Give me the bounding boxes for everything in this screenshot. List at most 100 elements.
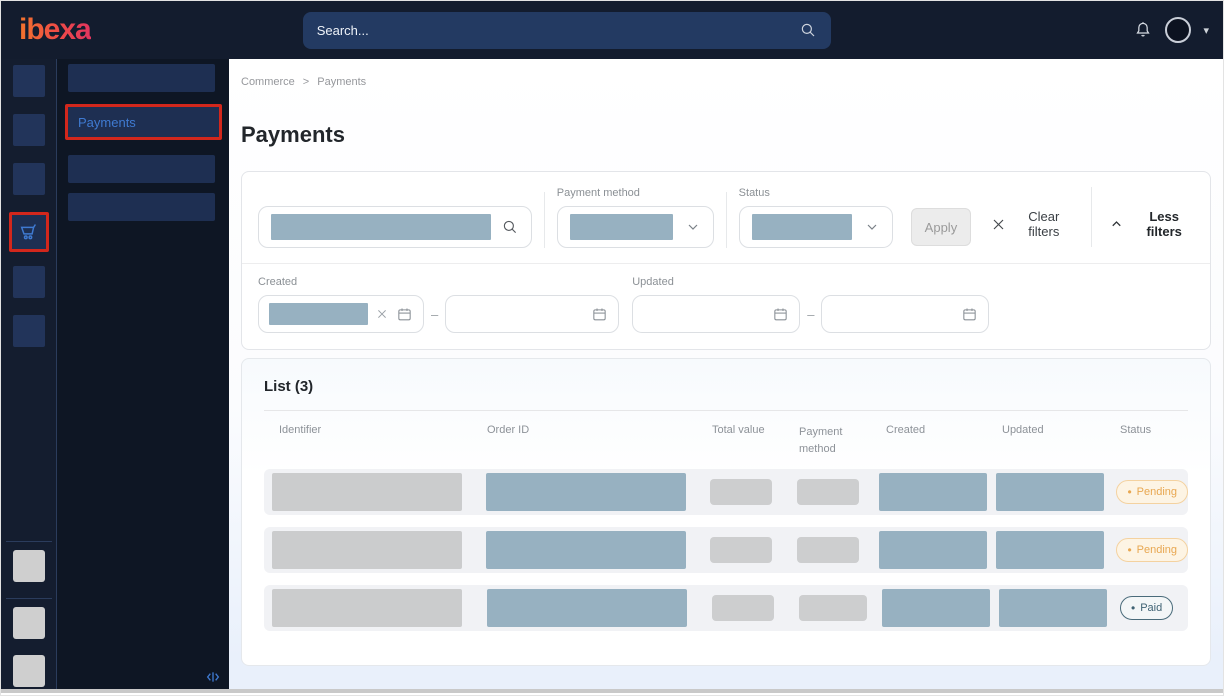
rail-item-2[interactable]: [13, 114, 45, 146]
redacted-identifier: [272, 473, 462, 511]
breadcrumb-separator: >: [303, 76, 309, 88]
notifications-bell-icon[interactable]: [1133, 20, 1153, 40]
search-icon[interactable]: [501, 218, 519, 236]
redacted-created: [879, 531, 987, 569]
sidebar-item-payments[interactable]: Payments: [65, 104, 222, 140]
close-icon: [991, 217, 1006, 232]
filters-row-1: Payment method Status: [242, 172, 1210, 263]
sidebar-item-4[interactable]: [68, 193, 215, 221]
chevron-down-icon: [864, 219, 880, 235]
search-input[interactable]: [317, 23, 799, 38]
col-order-id: Order ID: [487, 424, 712, 436]
table-row[interactable]: Pending: [264, 527, 1188, 573]
user-menu-caret-icon[interactable]: ▾: [1203, 24, 1209, 37]
user-avatar[interactable]: [1165, 17, 1191, 43]
redacted-updated: [996, 531, 1104, 569]
table-row[interactable]: Paid: [264, 585, 1188, 631]
col-identifier: Identifier: [264, 424, 487, 436]
status-label: Status: [739, 187, 893, 199]
rail-bottom-item-3[interactable]: [13, 655, 45, 687]
calendar-icon[interactable]: [396, 306, 413, 323]
global-search[interactable]: [303, 12, 831, 49]
sidebar-item-1[interactable]: [68, 64, 215, 92]
ibexa-logo[interactable]: ibexa: [19, 13, 91, 47]
list-title: List (3): [264, 378, 1188, 395]
calendar-icon[interactable]: [591, 306, 608, 323]
rail-divider: [6, 541, 52, 542]
divider: [264, 410, 1188, 411]
created-field: Created –: [258, 276, 619, 333]
search-icon[interactable]: [799, 21, 817, 39]
clear-filters-button[interactable]: Clear filters: [991, 209, 1072, 239]
payment-method-dropdown[interactable]: [557, 206, 714, 248]
rail-bottom-item-1[interactable]: [13, 550, 45, 582]
redacted-payment-method: [799, 595, 867, 621]
status-badge: Paid: [1120, 596, 1173, 620]
app-window: ibexa ▾: [0, 0, 1224, 696]
rail-bottom-item-2[interactable]: [13, 607, 45, 639]
divider: [1091, 187, 1092, 247]
apply-button[interactable]: Apply: [911, 208, 972, 246]
redacted-total-value: [712, 595, 774, 621]
status-dropdown[interactable]: [739, 206, 893, 248]
calendar-icon[interactable]: [961, 306, 978, 323]
redacted-dropdown-value: [570, 214, 673, 240]
col-updated: Updated: [999, 424, 1120, 436]
col-total-value: Total value: [712, 424, 799, 436]
redacted-order-id: [486, 531, 686, 569]
sidebar-item-3[interactable]: [68, 155, 215, 183]
rail-bottom: [1, 541, 56, 689]
updated-label: Updated: [632, 276, 989, 288]
updated-from-date-input[interactable]: [632, 295, 800, 333]
breadcrumb-payments: Payments: [317, 76, 366, 88]
less-filters-label: Less filters: [1134, 209, 1194, 239]
col-payment-method: Payment method: [799, 424, 882, 457]
divider: [544, 192, 545, 248]
topbar: ibexa ▾: [1, 1, 1223, 59]
updated-field: Updated –: [632, 276, 989, 333]
redacted-updated: [999, 589, 1107, 627]
less-filters-button[interactable]: Less filters: [1109, 209, 1194, 239]
rail-item-6[interactable]: [13, 315, 45, 347]
payment-method-label: Payment method: [557, 187, 714, 199]
status-field: Status: [739, 187, 893, 248]
topbar-right: ▾: [1133, 17, 1209, 43]
sidebar-item-label: Payments: [78, 115, 136, 130]
secondary-sidebar: Payments: [57, 59, 229, 689]
updated-to-date-input[interactable]: [821, 295, 989, 333]
redacted-payment-method: [797, 479, 859, 505]
created-label: Created: [258, 276, 619, 288]
rail-item-commerce-active[interactable]: [9, 212, 49, 252]
redacted-updated: [996, 473, 1104, 511]
redacted-dropdown-value: [752, 214, 852, 240]
calendar-icon[interactable]: [772, 306, 789, 323]
created-to-date-input[interactable]: [445, 295, 619, 333]
clear-date-icon[interactable]: [376, 308, 388, 320]
table-row[interactable]: Pending: [264, 469, 1188, 515]
rail-item-5[interactable]: [13, 266, 45, 298]
clear-filters-label: Clear filters: [1015, 209, 1072, 239]
redacted-created: [879, 473, 987, 511]
redacted-created: [882, 589, 990, 627]
breadcrumb-commerce[interactable]: Commerce: [241, 76, 295, 88]
redacted-order-id: [486, 473, 686, 511]
redacted-search-value: [271, 214, 491, 240]
divider: [726, 192, 727, 248]
range-separator: –: [807, 307, 814, 322]
redacted-total-value: [710, 537, 772, 563]
sidebar-collapse-icon[interactable]: [205, 669, 221, 685]
table-header: Identifier Order ID Total value Payment …: [264, 424, 1188, 457]
rail-item-1[interactable]: [13, 65, 45, 97]
col-created: Created: [882, 424, 999, 436]
redacted-identifier: [272, 531, 462, 569]
payments-list-panel: List (3) Identifier Order ID Total value…: [241, 358, 1211, 666]
payment-method-field: Payment method: [557, 187, 714, 248]
rail-item-3[interactable]: [13, 163, 45, 195]
created-from-date-input[interactable]: [258, 295, 424, 333]
chevron-up-icon: [1109, 217, 1124, 232]
redacted-order-id: [487, 589, 687, 627]
horizontal-scrollbar[interactable]: [1, 689, 1223, 695]
rail-divider: [6, 598, 52, 599]
filters-row-2: Created –: [242, 263, 1210, 349]
filter-search-input[interactable]: [258, 206, 532, 248]
